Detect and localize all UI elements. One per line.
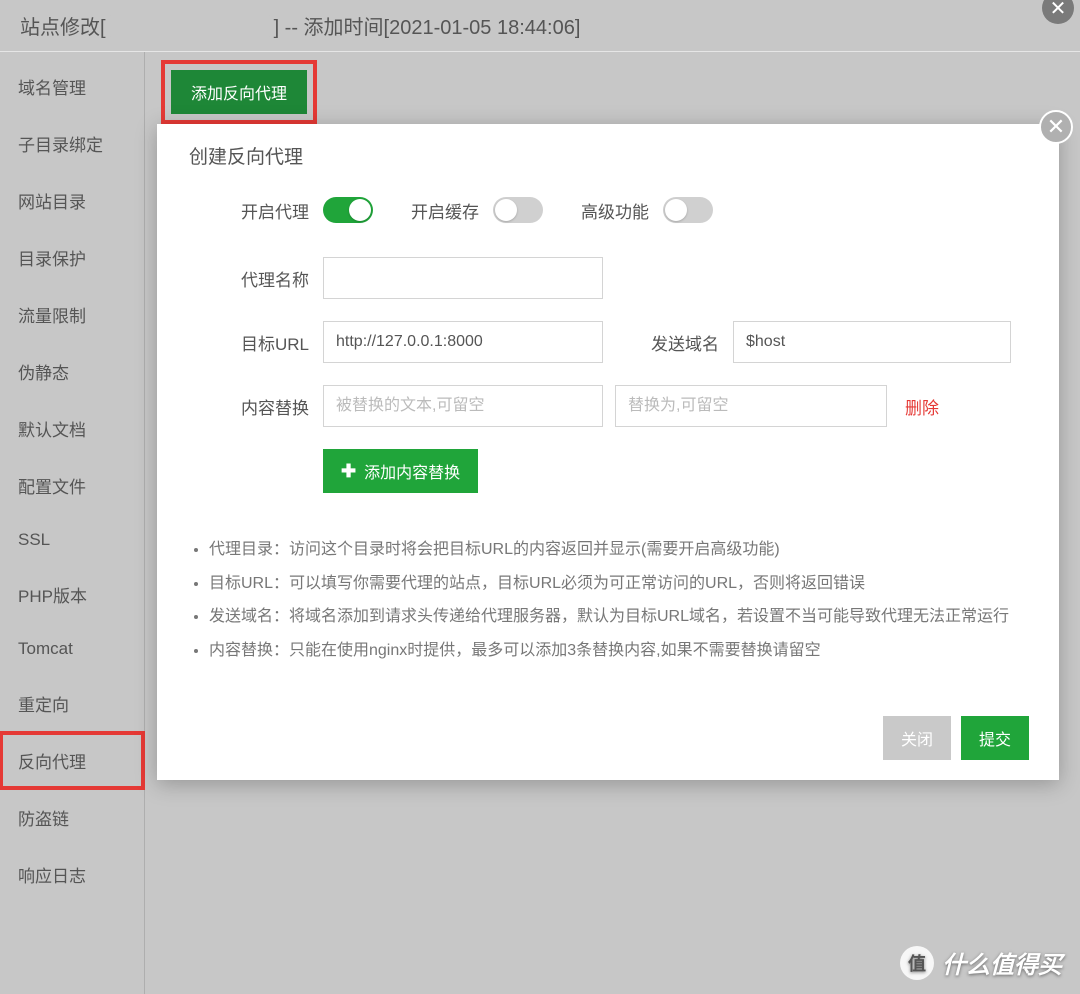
proxy-name-label: 代理名称 [199, 266, 309, 291]
sidebar-item-10[interactable]: Tomcat [0, 623, 144, 675]
enable-proxy-label: 开启代理 [199, 198, 309, 223]
modal-title: 创建反向代理 [189, 142, 1031, 169]
add-content-replace-label: 添加内容替换 [364, 459, 460, 483]
sidebar: 域名管理子目录绑定网站目录目录保护流量限制伪静态默认文档配置文件SSLPHP版本… [0, 52, 145, 994]
watermark: 值 什么值得买 [900, 945, 1062, 980]
enable-proxy-toggle[interactable] [323, 197, 373, 223]
title-suffix: ] -- 添加时间[2021-01-05 18:44:06] [274, 11, 581, 40]
proxy-name-input[interactable] [323, 257, 603, 299]
sidebar-item-7[interactable]: 配置文件 [0, 457, 144, 514]
enable-cache-label: 开启缓存 [401, 198, 479, 223]
sidebar-item-2[interactable]: 网站目录 [0, 172, 144, 229]
sidebar-item-13[interactable]: 防盗链 [0, 789, 144, 846]
advanced-label: 高级功能 [571, 198, 649, 223]
titlebar: 站点修改[ ] -- 添加时间[2021-01-05 18:44:06] ✕ [0, 0, 1080, 52]
sidebar-item-14[interactable]: 响应日志 [0, 846, 144, 903]
sidebar-item-12[interactable]: 反向代理 [0, 732, 144, 789]
add-reverse-proxy-button[interactable]: 添加反向代理 [171, 70, 307, 114]
help-item-0: 代理目录：访问这个目录时将会把目标URL的内容返回并显示(需要开启高级功能) [209, 533, 1031, 567]
modal-close-icon[interactable]: ✕ [1039, 110, 1073, 144]
title-prefix: 站点修改[ [20, 11, 106, 40]
page-close-icon[interactable]: ✕ [1042, 0, 1074, 24]
sidebar-item-3[interactable]: 目录保护 [0, 229, 144, 286]
help-item-3: 内容替换：只能在使用nginx时提供，最多可以添加3条替换内容,如果不需要替换请… [209, 634, 1031, 668]
delete-replace-link[interactable]: 删除 [905, 394, 939, 419]
replace-from-input[interactable] [323, 385, 603, 427]
title-mask [110, 15, 270, 37]
add-proxy-highlight: 添加反向代理 [165, 64, 313, 120]
create-proxy-modal: ✕ 创建反向代理 开启代理 开启缓存 高级功能 代理名称 [157, 124, 1059, 780]
enable-cache-toggle[interactable] [493, 197, 543, 223]
watermark-text: 什么值得买 [942, 945, 1062, 980]
help-item-1: 目标URL：可以填写你需要代理的站点，目标URL必须为可正常访问的URL，否则将… [209, 567, 1031, 601]
close-button[interactable]: 关闭 [883, 716, 951, 760]
plus-icon: ✚ [341, 461, 356, 482]
add-content-replace-button[interactable]: ✚ 添加内容替换 [323, 449, 478, 493]
sidebar-item-11[interactable]: 重定向 [0, 675, 144, 732]
target-url-input[interactable] [323, 321, 603, 363]
sidebar-item-4[interactable]: 流量限制 [0, 286, 144, 343]
sidebar-item-5[interactable]: 伪静态 [0, 343, 144, 400]
help-list: 代理目录：访问这个目录时将会把目标URL的内容返回并显示(需要开启高级功能)目标… [185, 533, 1031, 667]
content-replace-label: 内容替换 [199, 394, 309, 419]
sidebar-item-6[interactable]: 默认文档 [0, 400, 144, 457]
send-domain-label: 发送域名 [631, 330, 719, 355]
send-domain-input[interactable] [733, 321, 1011, 363]
submit-button[interactable]: 提交 [961, 716, 1029, 760]
advanced-toggle[interactable] [663, 197, 713, 223]
target-url-label: 目标URL [199, 330, 309, 355]
sidebar-item-9[interactable]: PHP版本 [0, 566, 144, 623]
sidebar-item-1[interactable]: 子目录绑定 [0, 115, 144, 172]
sidebar-item-0[interactable]: 域名管理 [0, 58, 144, 115]
replace-to-input[interactable] [615, 385, 887, 427]
sidebar-item-8[interactable]: SSL [0, 514, 144, 566]
help-item-2: 发送域名：将域名添加到请求头传递给代理服务器，默认为目标URL域名，若设置不当可… [209, 600, 1031, 634]
watermark-badge-icon: 值 [900, 946, 934, 980]
